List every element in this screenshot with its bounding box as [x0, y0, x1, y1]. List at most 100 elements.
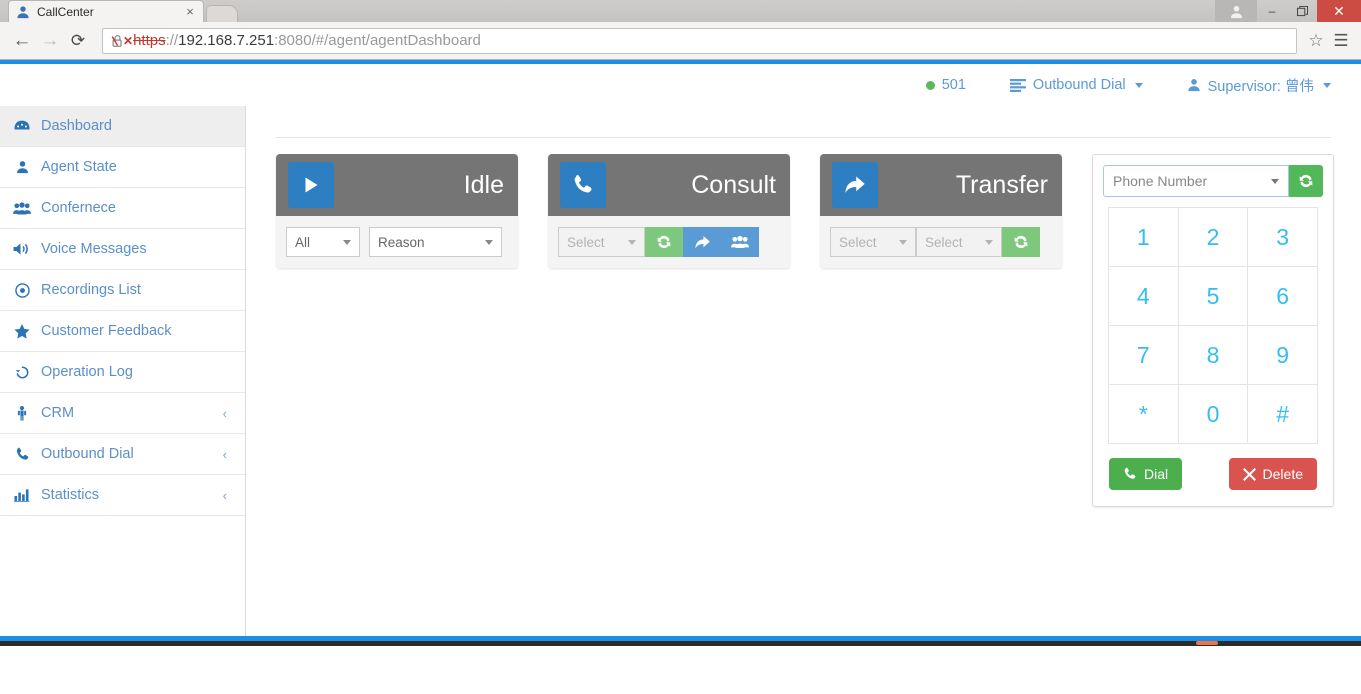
url-path: :8080/#/agent/agentDashboard — [274, 32, 481, 49]
sidebar-item-crm[interactable]: CRM ‹ — [0, 393, 245, 434]
sidebar-item-dashboard[interactable]: Dashboard — [0, 106, 245, 147]
maximize-button[interactable] — [1287, 0, 1317, 22]
dialpad-refresh-button[interactable] — [1289, 165, 1323, 197]
browser-tab[interactable]: CallCenter × — [8, 0, 204, 22]
phone-icon — [13, 447, 31, 462]
consult-transfer-button[interactable] — [683, 227, 721, 257]
dialpad-key[interactable]: 4 — [1109, 267, 1179, 326]
extension-status[interactable]: 501 — [925, 77, 966, 93]
insecure-lock-icon[interactable] — [111, 34, 124, 48]
idle-card-header: Idle — [276, 154, 518, 216]
phone-icon[interactable] — [560, 162, 606, 208]
history-icon — [13, 365, 31, 380]
supervisor-label: Supervisor: 曾伟 — [1207, 78, 1314, 95]
nav-outbound-dial[interactable]: Outbound Dial — [1009, 77, 1143, 93]
transfer-card: Transfer Select Select — [820, 154, 1062, 268]
sidebar-item-outbound-dial[interactable]: Outbound Dial ‹ — [0, 434, 245, 475]
new-tab-button[interactable] — [206, 5, 238, 22]
dialpad-key[interactable]: 2 — [1178, 208, 1249, 267]
dialpad-panel: Phone Number 1 2 3 4 5 6 7 8 9 * 0 # Dia… — [1092, 154, 1334, 507]
app-top-nav: 501 Outbound Dial Supervisor: 曾伟 — [0, 64, 1361, 106]
sidebar-item-conference[interactable]: Confernece — [0, 188, 245, 229]
user-icon — [13, 160, 31, 174]
extension-number: 501 — [941, 77, 966, 93]
chevron-down-icon — [899, 239, 907, 245]
transfer-select-1-value: Select — [839, 234, 877, 250]
dial-button[interactable]: Dial — [1109, 458, 1183, 490]
dialpad-key[interactable]: 7 — [1109, 326, 1179, 385]
window-close-button[interactable]: ✕ — [1317, 0, 1361, 22]
idle-card-footer: All Reason — [276, 216, 518, 268]
minimize-button[interactable]: – — [1257, 0, 1287, 22]
dialpad-key[interactable]: 6 — [1248, 267, 1318, 326]
sidebar-item-customer-feedback[interactable]: Customer Feedback — [0, 311, 245, 352]
back-icon[interactable]: ← — [8, 27, 36, 55]
bookmark-star-icon[interactable]: ☆ — [1303, 31, 1329, 51]
chevron-down-icon — [1271, 178, 1279, 184]
dialpad-key[interactable]: 9 — [1248, 326, 1318, 385]
dialpad-key[interactable]: 3 — [1248, 208, 1318, 267]
browser-menu-icon[interactable]: ☰ — [1329, 31, 1353, 51]
idle-scope-select[interactable]: All — [286, 227, 360, 257]
tab-strip: CallCenter × – ✕ — [0, 0, 1361, 22]
page-body: Dashboard Agent State Confernece Voice M… — [0, 106, 1361, 646]
idle-card-title: Idle — [463, 170, 504, 199]
phone-number-input[interactable]: Phone Number — [1103, 165, 1289, 197]
dial-button-label: Dial — [1144, 466, 1169, 482]
chevron-down-icon — [1323, 82, 1331, 88]
close-icon[interactable]: × — [183, 4, 197, 19]
transfer-refresh-button[interactable] — [1002, 227, 1040, 257]
consult-select[interactable]: Select — [558, 227, 645, 257]
idle-card: Idle All Reason — [276, 154, 518, 268]
idle-reason-select[interactable]: Reason — [369, 227, 502, 257]
sidebar-item-label: Outbound Dial — [41, 446, 134, 462]
sidebar-item-label: Operation Log — [41, 364, 133, 380]
bar-chart-icon — [13, 488, 31, 502]
dialpad-key[interactable]: 0 — [1178, 385, 1249, 444]
consult-card-header: Consult — [548, 154, 790, 216]
delete-button[interactable]: Delete — [1228, 458, 1317, 490]
dialpad-key[interactable]: 8 — [1178, 326, 1249, 385]
sidebar-item-agent-state[interactable]: Agent State — [0, 147, 245, 188]
sidebar-item-recordings-list[interactable]: Recordings List — [0, 270, 245, 311]
nav-supervisor[interactable]: Supervisor: 曾伟 — [1187, 75, 1331, 96]
idle-reason-value: Reason — [378, 234, 425, 250]
transfer-select-2[interactable]: Select — [916, 227, 1002, 257]
sidebar-item-operation-log[interactable]: Operation Log — [0, 352, 245, 393]
sidebar-item-label: CRM — [41, 405, 75, 421]
main-content: Idle All Reason Consult Select Transfer … — [246, 106, 1361, 646]
address-bar[interactable]: ✕ https://192.168.7.251:8080/#/agent/age… — [102, 27, 1297, 54]
sidebar-chevron: ‹ — [222, 405, 227, 421]
tab-title: CallCenter — [37, 4, 94, 19]
chevron-down-icon — [343, 239, 351, 245]
dialpad-key[interactable]: 1 — [1109, 208, 1179, 267]
agent-controls-row: Idle All Reason Consult Select Transfer … — [276, 154, 1334, 507]
sidebar-chevron: ‹ — [222, 487, 227, 503]
user-icon — [1187, 78, 1201, 92]
dialpad-key[interactable]: 5 — [1178, 267, 1249, 326]
dialpad-key[interactable]: # — [1248, 385, 1318, 444]
sidebar-item-label: Agent State — [41, 159, 117, 175]
dialpad-key[interactable]: * — [1109, 385, 1179, 444]
dialpad-footer: Dial Delete — [1093, 444, 1333, 506]
consult-refresh-button[interactable] — [645, 227, 683, 257]
transfer-select-1[interactable]: Select — [830, 227, 916, 257]
profile-icon[interactable] — [1215, 0, 1257, 22]
user-icon — [15, 4, 31, 20]
chevron-down-icon — [985, 239, 993, 245]
phone-icon — [1123, 467, 1137, 481]
consult-conference-button[interactable] — [721, 227, 759, 257]
chevron-down-icon — [485, 239, 493, 245]
play-icon[interactable] — [288, 162, 334, 208]
share-icon[interactable] — [832, 162, 878, 208]
close-icon — [1242, 467, 1256, 481]
sidebar-chevron: ‹ — [222, 446, 227, 462]
reload-icon[interactable]: ⟳ — [64, 27, 92, 55]
url-scheme: https — [133, 32, 166, 49]
sidebar-item-voice-messages[interactable]: Voice Messages — [0, 229, 245, 270]
forward-icon[interactable]: → — [36, 27, 64, 55]
sidebar-item-label: Statistics — [41, 487, 100, 503]
transfer-select-2-value: Select — [925, 234, 963, 250]
nav-outbound-dial-label: Outbound Dial — [1032, 77, 1126, 93]
sidebar-item-statistics[interactable]: Statistics ‹ — [0, 475, 245, 516]
